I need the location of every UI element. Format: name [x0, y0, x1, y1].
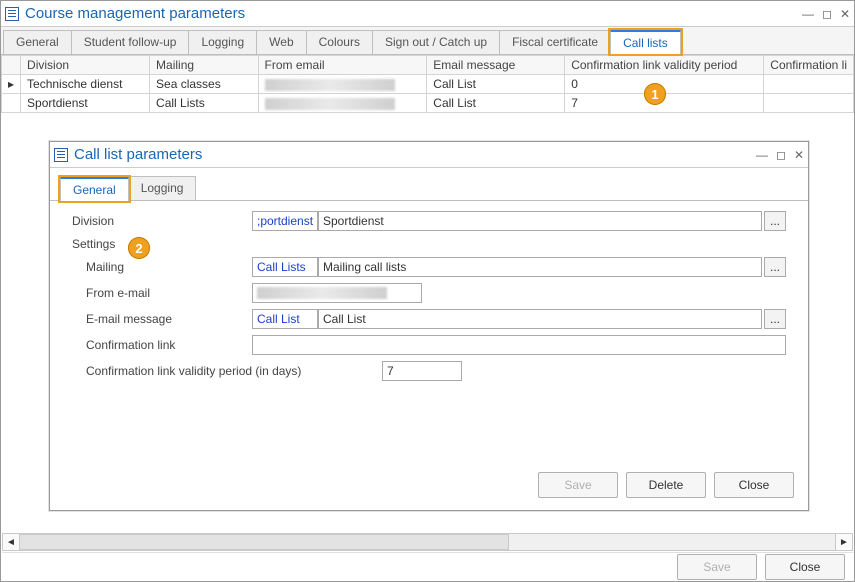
dialog-titlebar: Call list parameters — ◻ ✕ [50, 142, 808, 168]
mailing-code-input[interactable]: Call Lists [252, 257, 318, 277]
from-email-label: From e-mail [72, 286, 252, 300]
col-division[interactable]: Division [21, 56, 150, 75]
window-controls: — ◻ ✕ [802, 7, 850, 21]
table-row[interactable]: Sportdienst Call Lists Call List 7 [2, 94, 854, 113]
minimize-icon[interactable]: — [756, 148, 768, 162]
col-from-email[interactable]: From email [258, 56, 427, 75]
dialog-window-controls: — ◻ ✕ [756, 148, 804, 162]
window-title: Course management parameters [25, 5, 802, 22]
table-row[interactable]: ▸ Technische dienst Sea classes Call Lis… [2, 75, 854, 94]
mailing-label: Mailing [72, 260, 252, 274]
dialog-tab-general[interactable]: General [60, 177, 129, 201]
minimize-icon[interactable]: — [802, 7, 814, 21]
cell-from-email[interactable] [258, 94, 427, 113]
division-lookup-button[interactable]: ... [764, 211, 786, 231]
dialog-close-button[interactable]: Close [714, 472, 794, 498]
row-handle-icon[interactable]: ▸ [2, 75, 21, 94]
row-selector-header [2, 56, 21, 75]
col-validity[interactable]: Confirmation link validity period [565, 56, 764, 75]
dialog-button-bar: Save Delete Close [50, 466, 808, 510]
dialog-save-button[interactable]: Save [538, 472, 618, 498]
cell-blank[interactable] [764, 75, 854, 94]
tab-fiscal-certificate[interactable]: Fiscal certificate [499, 30, 611, 54]
dialog-title: Call list parameters [74, 146, 756, 163]
tab-student-follow-up[interactable]: Student follow-up [71, 30, 190, 54]
app-icon [5, 7, 19, 21]
scroll-left-icon[interactable]: ◄ [2, 533, 20, 551]
confirmation-link-input[interactable] [252, 335, 786, 355]
callout-1: 1 [644, 83, 666, 105]
main-tabstrip: General Student follow-up Logging Web Co… [1, 27, 854, 55]
tab-call-lists[interactable]: Call lists [610, 30, 681, 54]
redacted-text [257, 287, 387, 299]
redacted-text [265, 79, 395, 91]
cell-division[interactable]: Sportdienst [21, 94, 150, 113]
email-message-name-input[interactable]: Call List [318, 309, 762, 329]
validity-period-input[interactable]: 7 [382, 361, 462, 381]
tab-web[interactable]: Web [256, 30, 306, 54]
dialog-form: Division ;portdienst Sportdienst ... Set… [50, 201, 808, 466]
cell-division[interactable]: Technische dienst [21, 75, 150, 94]
main-window: Course management parameters — ◻ ✕ Gener… [0, 0, 855, 582]
redacted-text [265, 98, 395, 110]
email-message-lookup-button[interactable]: ... [764, 309, 786, 329]
main-close-button[interactable]: Close [765, 554, 845, 580]
callout-2: 2 [128, 237, 150, 259]
tab-sign-out-catch-up[interactable]: Sign out / Catch up [372, 30, 500, 54]
close-icon[interactable]: ✕ [794, 148, 804, 162]
email-message-label: E-mail message [72, 312, 252, 326]
cell-blank[interactable] [764, 94, 854, 113]
scroll-thumb[interactable] [19, 534, 509, 550]
confirmation-link-label: Confirmation link [72, 338, 252, 352]
col-confirmation-link-truncated[interactable]: Confirmation li [764, 56, 854, 75]
division-name-input[interactable]: Sportdienst [318, 211, 762, 231]
dialog-delete-button[interactable]: Delete [626, 472, 706, 498]
settings-section-label: Settings [72, 237, 786, 251]
col-email-message[interactable]: Email message [427, 56, 565, 75]
mailing-lookup-button[interactable]: ... [764, 257, 786, 277]
cell-email-message[interactable]: Call List [427, 94, 565, 113]
tab-general[interactable]: General [3, 30, 72, 54]
maximize-icon[interactable]: ◻ [822, 7, 832, 21]
cell-mailing[interactable]: Call Lists [150, 94, 259, 113]
validity-period-label: Confirmation link validity period (in da… [72, 364, 362, 378]
dialog-app-icon [54, 148, 68, 162]
row-handle-icon[interactable] [2, 94, 21, 113]
cell-mailing[interactable]: Sea classes [150, 75, 259, 94]
grid-area: Division Mailing From email Email messag… [1, 55, 854, 113]
col-mailing[interactable]: Mailing [150, 56, 259, 75]
scroll-right-icon[interactable]: ► [835, 533, 853, 551]
tab-logging[interactable]: Logging [188, 30, 257, 54]
close-icon[interactable]: ✕ [840, 7, 850, 21]
dialog-tabstrip: General Logging [50, 168, 808, 201]
main-footer: Save Close [2, 552, 853, 580]
division-label: Division [72, 214, 252, 228]
from-email-input[interactable] [252, 283, 422, 303]
tab-colours[interactable]: Colours [306, 30, 373, 54]
call-list-parameters-dialog: Call list parameters — ◻ ✕ General Loggi… [49, 141, 809, 511]
dialog-tab-logging[interactable]: Logging [128, 176, 197, 200]
cell-from-email[interactable] [258, 75, 427, 94]
call-lists-grid[interactable]: Division Mailing From email Email messag… [1, 55, 854, 113]
maximize-icon[interactable]: ◻ [776, 148, 786, 162]
division-code-input[interactable]: ;portdienst [252, 211, 318, 231]
main-save-button[interactable]: Save [677, 554, 757, 580]
scroll-track[interactable] [19, 534, 836, 550]
mailing-name-input[interactable]: Mailing call lists [318, 257, 762, 277]
main-titlebar: Course management parameters — ◻ ✕ [1, 1, 854, 27]
cell-email-message[interactable]: Call List [427, 75, 565, 94]
email-message-code-input[interactable]: Call List [252, 309, 318, 329]
horizontal-scrollbar[interactable]: ◄ ► [2, 533, 853, 551]
